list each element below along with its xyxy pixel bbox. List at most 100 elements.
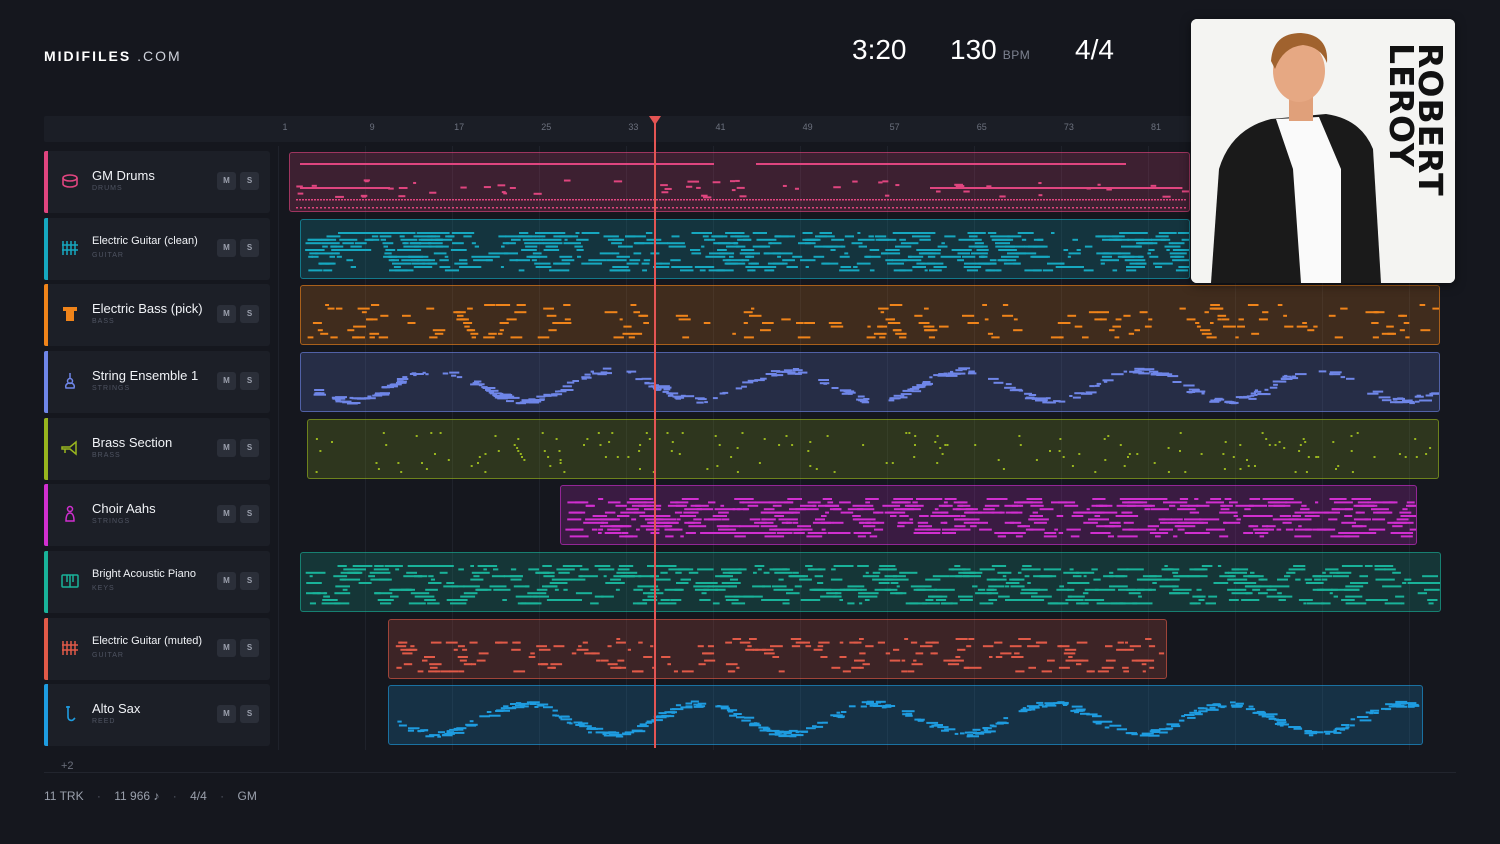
track-header[interactable]: Alto Sax REED M S [44, 684, 270, 746]
track-color-bar [44, 418, 48, 480]
track-header[interactable]: String Ensemble 1 STRINGS M S [44, 351, 270, 413]
logo-main: MIDIFILES [44, 48, 132, 64]
ruler-tick: 9 [369, 122, 375, 132]
solo-button[interactable]: S [240, 172, 259, 190]
drum-icon [60, 171, 80, 191]
midi-region[interactable] [289, 152, 1190, 212]
mute-button[interactable]: M [217, 705, 236, 723]
trumpet-icon [60, 438, 80, 458]
footer-signature: 4/4 [190, 789, 207, 803]
solo-button[interactable]: S [240, 705, 259, 723]
ruler-tick: 25 [541, 122, 552, 132]
mute-button[interactable]: M [217, 439, 236, 457]
playhead[interactable] [654, 118, 656, 748]
track-category: STRINGS [92, 385, 131, 392]
ruler-tick: 73 [1063, 122, 1074, 132]
footer-divider [44, 772, 1456, 773]
solo-button[interactable]: S [240, 239, 259, 257]
track-header[interactable]: Electric Guitar (muted) GUITAR M S [44, 618, 270, 680]
ruler-tick: 57 [889, 122, 900, 132]
track-category: KEYS [92, 585, 115, 592]
sax-icon [60, 704, 80, 724]
separator: · [172, 789, 177, 803]
track-color-bar [44, 484, 48, 546]
bass-icon [60, 304, 80, 324]
track-color-bar [44, 684, 48, 746]
separator: · [96, 789, 101, 803]
track-header[interactable]: Electric Guitar (clean) GUITAR M S [44, 218, 270, 280]
midi-region[interactable] [560, 485, 1417, 545]
grid-line [278, 146, 279, 750]
midi-region[interactable] [300, 219, 1190, 279]
midi-region[interactable] [300, 552, 1441, 612]
midi-region[interactable] [300, 352, 1440, 412]
piano-icon [60, 571, 80, 591]
track-name: Bright Acoustic Piano [92, 568, 196, 580]
note-count: 11 966 ♪ [114, 789, 160, 803]
midi-region[interactable] [300, 285, 1440, 345]
mute-button[interactable]: M [217, 505, 236, 523]
track-header[interactable]: Choir Aahs STRINGS M S [44, 484, 270, 546]
time-signature: 4/4 [1075, 34, 1114, 65]
solo-button[interactable]: S [240, 639, 259, 657]
track-name: Alto Sax [92, 701, 141, 716]
track-header[interactable]: GM Drums DRUMS M S [44, 151, 270, 213]
choir-icon [60, 504, 80, 524]
track-name: Electric Bass (pick) [92, 301, 203, 316]
song-duration: 3:20 [852, 34, 907, 65]
ruler-tick: 49 [802, 122, 813, 132]
midi-region[interactable] [307, 419, 1439, 479]
artist-line-2: LEROY [1382, 43, 1421, 168]
midi-standard: GM [237, 789, 257, 803]
mute-button[interactable]: M [217, 572, 236, 590]
tempo-display: 130 BPM [950, 34, 1030, 66]
mute-button[interactable]: M [217, 172, 236, 190]
track-name: GM Drums [92, 168, 155, 183]
guitar-grid-icon [60, 638, 80, 658]
track-header[interactable]: Electric Bass (pick) BASS M S [44, 284, 270, 346]
track-category: BASS [92, 318, 115, 325]
track-color-bar [44, 218, 48, 280]
ruler-tick: 33 [628, 122, 639, 132]
tempo-value: 130 [950, 34, 997, 65]
track-category: GUITAR [92, 252, 124, 259]
mute-button[interactable]: M [217, 639, 236, 657]
track-category: STRINGS [92, 518, 131, 525]
more-tracks-indicator[interactable]: +2 [61, 760, 74, 772]
midi-region[interactable] [388, 685, 1423, 745]
track-name: String Ensemble 1 [92, 368, 199, 383]
mute-button[interactable]: M [217, 239, 236, 257]
track-color-bar [44, 551, 48, 613]
ruler-tick: 65 [976, 122, 987, 132]
track-count: 11 TRK [44, 789, 84, 803]
site-logo[interactable]: MIDIFILES .COM [44, 48, 182, 64]
track-category: BRASS [92, 452, 121, 459]
track-color-bar [44, 284, 48, 346]
tempo-unit: BPM [1002, 48, 1031, 62]
track-name: Brass Section [92, 435, 173, 450]
guitar-grid-icon [60, 238, 80, 258]
track-color-bar [44, 151, 48, 213]
footer-stats: 11 TRK · 11 966 ♪ · 4/4 · GM [44, 789, 267, 803]
mute-button[interactable]: M [217, 305, 236, 323]
track-color-bar [44, 618, 48, 680]
track-category: DRUMS [92, 185, 123, 192]
track-header[interactable]: Brass Section BRASS M S [44, 418, 270, 480]
album-artist-title: ROBERT LEROY [1382, 43, 1450, 197]
midi-region[interactable] [388, 619, 1167, 679]
solo-button[interactable]: S [240, 305, 259, 323]
solo-button[interactable]: S [240, 572, 259, 590]
violin-icon [60, 371, 80, 391]
ruler-tick: 17 [454, 122, 465, 132]
ruler-tick: 81 [1150, 122, 1162, 132]
track-category: GUITAR [92, 652, 124, 659]
track-header[interactable]: Bright Acoustic Piano KEYS M S [44, 551, 270, 613]
ruler-tick: 41 [715, 122, 726, 132]
track-color-bar [44, 351, 48, 413]
track-category: REED [92, 718, 116, 725]
solo-button[interactable]: S [240, 439, 259, 457]
solo-button[interactable]: S [240, 505, 259, 523]
solo-button[interactable]: S [240, 372, 259, 390]
mute-button[interactable]: M [217, 372, 236, 390]
track-name: Electric Guitar (clean) [92, 235, 198, 247]
